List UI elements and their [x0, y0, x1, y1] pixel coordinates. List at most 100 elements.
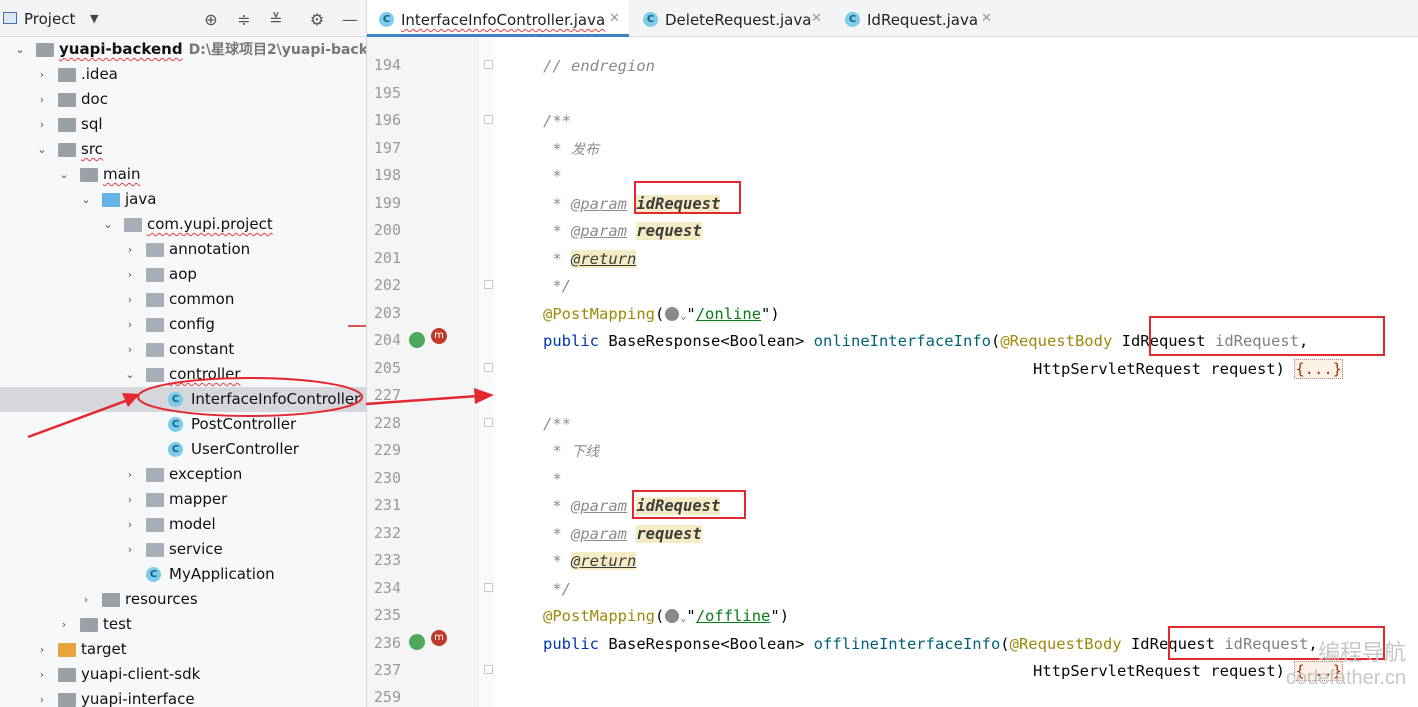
chevron-right-icon[interactable]: › — [124, 241, 136, 258]
chevron-right-icon[interactable]: › — [124, 341, 136, 358]
fold-marker[interactable] — [484, 418, 493, 427]
code-line-202[interactable]: */ — [543, 276, 571, 296]
project-panel-title[interactable]: Project — [24, 10, 75, 28]
chevron-down-icon[interactable]: ⌄ — [58, 166, 70, 183]
tree-item-yuapi-client-sdk[interactable]: › yuapi-client-sdk — [0, 662, 366, 687]
chevron-right-icon[interactable]: › — [124, 541, 136, 558]
code-line-229[interactable]: * 下线 — [543, 441, 599, 462]
close-icon[interactable]: ✕ — [609, 11, 620, 26]
watermark: 编程导航 codefather.cn — [1286, 640, 1406, 690]
tree-item-label: main — [103, 165, 140, 184]
chevron-right-icon[interactable]: › — [80, 591, 92, 608]
chevron-right-icon[interactable]: › — [124, 516, 136, 533]
chevron-right-icon[interactable]: › — [124, 291, 136, 308]
tree-item-aop[interactable]: › aop — [0, 262, 366, 287]
expand-all-icon[interactable]: ≑ — [234, 10, 254, 29]
globe-icon[interactable] — [665, 307, 680, 321]
chevron-right-icon[interactable]: › — [124, 466, 136, 483]
method-mark-icon[interactable]: m — [431, 630, 447, 646]
tree-item-sql[interactable]: › sql — [0, 112, 366, 137]
tree-item-yuapi-backend[interactable]: ⌄ yuapi-backend D:\星球项目2\yuapi-backer — [0, 37, 366, 62]
code-line-200[interactable]: * @param request — [543, 221, 702, 241]
tree-item-yuapi-interface[interactable]: › yuapi-interface — [0, 687, 366, 707]
chevron-right-icon[interactable]: › — [124, 266, 136, 283]
chevron-right-icon[interactable]: › — [36, 66, 48, 83]
tree-item-usercontroller[interactable]: C UserController — [0, 437, 366, 462]
tree-item-controller[interactable]: ⌄ controller — [0, 362, 366, 387]
tab-idrequest[interactable]: C IdRequest.java ✕ — [833, 0, 1003, 37]
tree-item-main[interactable]: ⌄ main — [0, 162, 366, 187]
chevron-right-icon[interactable]: › — [36, 91, 48, 108]
code-line-232[interactable]: * @param request — [543, 524, 702, 544]
fold-marker[interactable] — [484, 60, 493, 69]
endpoint-run-icon[interactable] — [409, 634, 425, 650]
tree-item-config[interactable]: › config — [0, 312, 366, 337]
method-mark-icon[interactable]: m — [431, 328, 447, 344]
tree-item-annotation[interactable]: › annotation — [0, 237, 366, 262]
tree-item-interfaceinfocontroller[interactable]: C InterfaceInfoController — [0, 387, 366, 412]
code-line-201[interactable]: * @return — [543, 249, 637, 269]
tree-item-java[interactable]: ⌄ java — [0, 187, 366, 212]
tree-item-mapper[interactable]: › mapper — [0, 487, 366, 512]
chevron-right-icon[interactable]: › — [36, 691, 48, 707]
chevron-down-icon[interactable]: ⌄ — [80, 191, 92, 208]
close-icon[interactable]: ✕ — [811, 11, 822, 26]
chevron-right-icon[interactable]: › — [36, 116, 48, 133]
tree-item-target[interactable]: › target — [0, 637, 366, 662]
url-string[interactable]: /online — [696, 305, 761, 323]
code-line-194[interactable]: // endregion — [543, 56, 655, 76]
url-string[interactable]: /offline — [696, 607, 771, 625]
minimize-icon[interactable]: — — [340, 10, 360, 29]
tree-item-exception[interactable]: › exception — [0, 462, 366, 487]
tab-deleterequest[interactable]: C DeleteRequest.java ✕ — [631, 0, 831, 37]
code-line-203[interactable]: @PostMapping(⌄"/online") — [543, 304, 780, 327]
endpoint-run-icon[interactable] — [409, 332, 425, 348]
tree-item-resources[interactable]: › resources — [0, 587, 366, 612]
comment-text: * — [543, 497, 571, 515]
chevron-down-icon[interactable]: ▼ — [90, 12, 98, 25]
fold-marker[interactable] — [484, 363, 493, 372]
fold-marker[interactable] — [484, 280, 493, 289]
fold-marker[interactable] — [484, 583, 493, 592]
code-line-235[interactable]: @PostMapping(⌄"/offline") — [543, 606, 789, 629]
code-line-197[interactable]: * 发布 — [543, 139, 599, 160]
tree-item-test[interactable]: › test — [0, 612, 366, 637]
tree-item-text: controller — [169, 365, 241, 383]
chevron-right-icon[interactable]: › — [36, 641, 48, 658]
chevron-down-icon[interactable]: ⌄ — [14, 41, 26, 58]
chevron-down-icon[interactable]: ⌄ — [102, 216, 114, 233]
tree-item-service[interactable]: › service — [0, 537, 366, 562]
folded-code[interactable]: {...} — [1294, 359, 1343, 379]
chevron-right-icon[interactable]: › — [36, 666, 48, 683]
tree-item-idea[interactable]: › .idea — [0, 62, 366, 87]
line-number: 228 — [373, 414, 401, 432]
chevron-down-icon[interactable]: ⌄ — [36, 141, 48, 158]
tree-item-com-yupi-project[interactable]: ⌄ com.yupi.project — [0, 212, 366, 237]
tree-item-myapplication[interactable]: C MyApplication — [0, 562, 366, 587]
code-line-230[interactable]: * — [543, 469, 561, 489]
locate-file-icon[interactable]: ⊕ — [201, 10, 221, 29]
tree-item-postcontroller[interactable]: C PostController — [0, 412, 366, 437]
fold-marker[interactable] — [484, 665, 493, 674]
tree-item-src[interactable]: ⌄ src — [0, 137, 366, 162]
code-line-205[interactable]: HttpServletRequest request) {...} — [1033, 359, 1343, 379]
tree-item-common[interactable]: › common — [0, 287, 366, 312]
code-line-228[interactable]: /** — [543, 414, 571, 434]
globe-icon[interactable] — [665, 609, 680, 623]
chevron-right-icon[interactable]: › — [58, 616, 70, 633]
tab-interfaceinfocontroller[interactable]: C InterfaceInfoController.java ✕ — [367, 0, 629, 37]
close-icon[interactable]: ✕ — [981, 11, 992, 26]
gear-icon[interactable]: ⚙ — [307, 10, 327, 29]
code-line-234[interactable]: */ — [543, 579, 571, 599]
chevron-right-icon[interactable]: › — [124, 316, 136, 333]
fold-marker[interactable] — [484, 115, 493, 124]
code-line-233[interactable]: * @return — [543, 551, 637, 571]
collapse-all-icon[interactable]: ≚ — [266, 10, 286, 29]
chevron-right-icon[interactable]: › — [124, 491, 136, 508]
tree-item-doc[interactable]: › doc — [0, 87, 366, 112]
tree-item-constant[interactable]: › constant — [0, 337, 366, 362]
chevron-down-icon[interactable]: ⌄ — [124, 366, 136, 383]
code-line-196[interactable]: /** — [543, 111, 571, 131]
tree-item-model[interactable]: › model — [0, 512, 366, 537]
code-line-198[interactable]: * — [543, 166, 561, 186]
